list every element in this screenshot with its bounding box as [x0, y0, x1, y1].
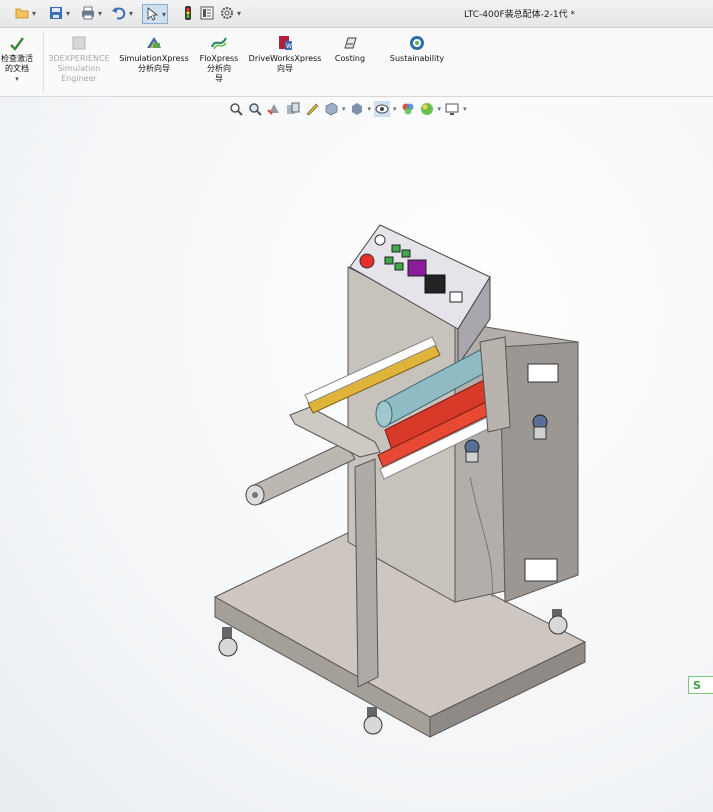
console-button [401, 249, 411, 258]
ribbon-label: FloXpress [199, 54, 239, 63]
check-document-label-1: 检查激活 [1, 54, 33, 63]
console-button [391, 244, 401, 253]
options-icon [221, 7, 233, 19]
ribbon-label: Simulation [57, 64, 101, 73]
rebuild-icon [185, 6, 191, 20]
air-regulator [464, 439, 480, 463]
driveworksxpress-button[interactable]: W DriveWorksXpress 向导 [246, 34, 324, 74]
file-properties-icon [200, 6, 214, 20]
console-meter [424, 274, 446, 294]
ribbon-label: Costing [334, 54, 366, 63]
costing-icon [344, 37, 357, 49]
ribbon-label: Sustainability [389, 54, 445, 63]
save-icon [50, 7, 62, 19]
console-display [407, 259, 427, 277]
logo: S [688, 676, 713, 694]
select-icon [147, 7, 159, 21]
ribbon-label: 向导 [277, 64, 293, 73]
svg-text:W: W [286, 43, 292, 50]
console-button [394, 262, 404, 271]
caster-back-right [548, 609, 568, 635]
open-icon [15, 8, 29, 19]
caster-front-left [218, 627, 238, 657]
3dexperience-simulation-button[interactable]: 3DEXPERIENCE Simulation Engineer [46, 34, 112, 84]
emergency-stop-button [359, 253, 375, 269]
simulationxpress-icon [147, 37, 161, 48]
select-button[interactable]: ▾ [142, 4, 169, 24]
undo-icon [112, 7, 126, 20]
rebuild-button[interactable] [180, 4, 196, 22]
costing-button[interactable]: Costing [330, 34, 370, 64]
ribbon-label: 3DEXPERIENCE [48, 54, 110, 63]
svg-text:S: S [693, 679, 701, 692]
chevron-down-icon: ▾ [15, 75, 19, 83]
console-knob [374, 234, 386, 246]
simulationxpress-button[interactable]: SimulationXpress 分析向导 [116, 34, 192, 74]
floxpress-icon [210, 37, 227, 50]
save-button[interactable]: ▾ [48, 4, 70, 22]
unwind-shaft [245, 441, 356, 506]
solidworks-watermark-icon: S [693, 679, 701, 692]
machine-assembly-model[interactable] [0, 97, 713, 812]
side-nameplate [527, 363, 559, 383]
document-title: LTC-400F装总配体-2-1代 * [464, 10, 575, 20]
file-properties-button[interactable] [199, 4, 215, 22]
title-bar: ▾ ▾ ▾ ▾ ▾ ▾ LTC-400F装总配体-2-1代 * [0, 0, 713, 28]
support-post [354, 458, 379, 688]
ribbon: 检查激活 的文档 ▾ 3DEXPERIENCE Simulation Engin… [0, 28, 713, 97]
check-document-icon [10, 37, 24, 51]
ribbon-label: 分析向导 [138, 64, 170, 73]
ribbon-label: DriveWorksXpress [248, 54, 322, 63]
undo-button[interactable]: ▾ [111, 4, 133, 22]
switch-box [524, 558, 558, 582]
open-button[interactable]: ▾ [14, 4, 36, 22]
print-icon [82, 6, 94, 20]
ribbon-label: SimulationXpress [119, 54, 189, 63]
3dexperience-icon [72, 36, 86, 50]
console-button [384, 256, 394, 265]
options-button[interactable]: ▾ [219, 4, 241, 22]
check-active-document-button[interactable]: 检查激活 的文档 ▾ [0, 34, 40, 84]
check-document-label-2: 的文档 [5, 64, 29, 73]
sustainability-button[interactable]: Sustainability [385, 34, 449, 64]
ribbon-label: Engineer [61, 74, 97, 83]
sustainability-icon [410, 36, 424, 50]
ribbon-label: 分析向 [207, 64, 231, 73]
print-button[interactable]: ▾ [80, 4, 102, 22]
floxpress-button[interactable]: FloXpress 分析向 导 [196, 34, 242, 84]
ribbon-separator [43, 32, 44, 92]
console-label-plate [449, 291, 463, 303]
driveworksxpress-icon: W [279, 36, 292, 50]
air-regulator [532, 414, 548, 440]
ribbon-label: 导 [215, 74, 223, 83]
caster-front-right [363, 707, 383, 735]
